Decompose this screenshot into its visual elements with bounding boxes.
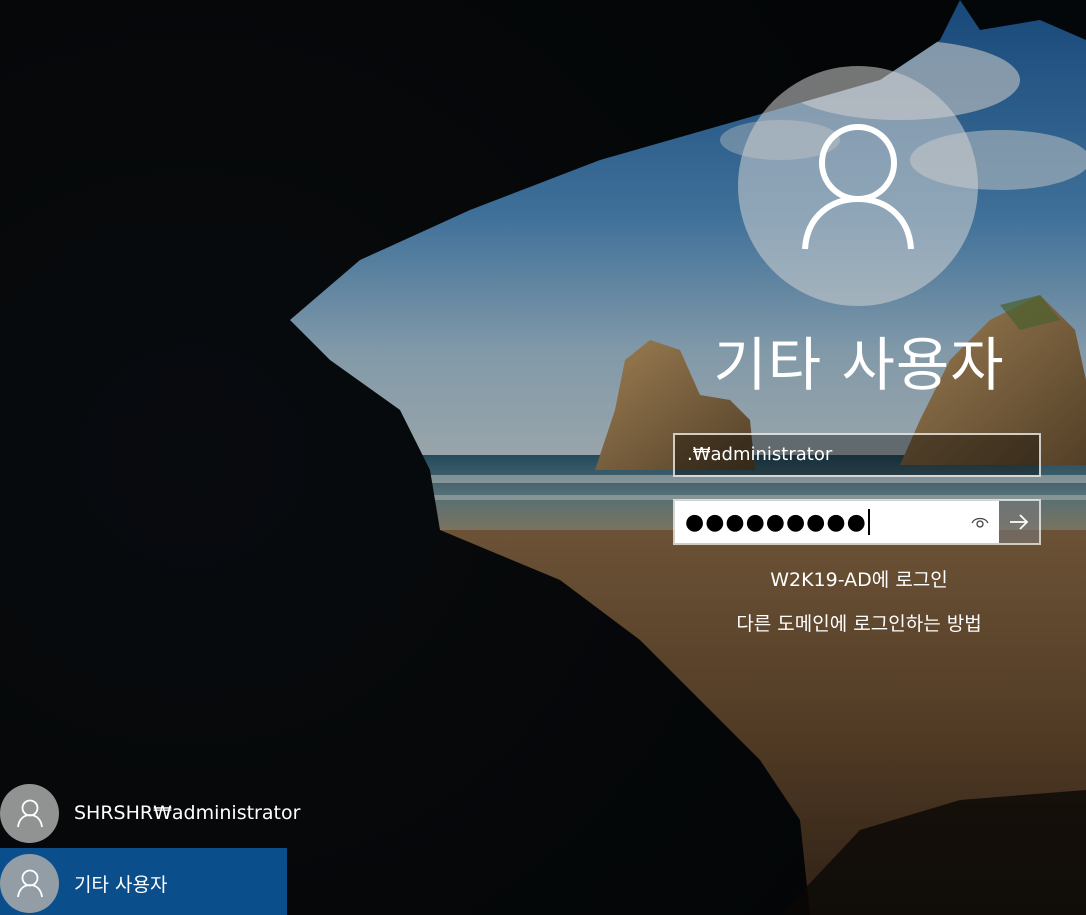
lock-screen: 기타 사용자 .₩administrator ●●●●●●●●● W2K19-A… (0, 0, 1086, 915)
user-list-item-label: 기타 사용자 (74, 873, 168, 896)
text-caret (867, 509, 870, 535)
user-name: 기타 사용자 (713, 331, 1005, 399)
sign-in-to-label: W2K19-AD에 로그인 (770, 569, 948, 591)
user-silhouette-icon (802, 124, 914, 250)
arrow-right-icon (1010, 514, 1029, 530)
password-field[interactable]: ●●●●●●●●● (675, 501, 999, 543)
user-list-item-shrshr-administrator[interactable]: SHRSHR₩administrator (0, 778, 300, 848)
login-panel: 기타 사용자 .₩administrator ●●●●●●●●● W2K19-A… (660, 0, 1058, 660)
user-list-item-label: SHRSHR₩administrator (74, 802, 301, 824)
user-avatar (738, 66, 978, 306)
user-list: SHRSHR₩administrator 기타 사용자 (0, 778, 300, 915)
user-list-item-other-user[interactable]: 기타 사용자 (0, 848, 287, 915)
user-silhouette-icon (16, 799, 43, 828)
user-avatar-small (0, 783, 59, 843)
other-domain-link[interactable]: 다른 도메인에 로그인하는 방법 (660, 609, 1058, 636)
username-field[interactable]: .₩administrator (673, 433, 1041, 477)
password-masked-value: ●●●●●●●●● (685, 509, 867, 535)
password-row: ●●●●●●●●● (673, 499, 1041, 545)
eye-icon[interactable] (971, 514, 989, 530)
user-silhouette-icon (16, 869, 43, 898)
user-avatar-small (0, 853, 59, 913)
submit-button[interactable] (999, 501, 1039, 543)
